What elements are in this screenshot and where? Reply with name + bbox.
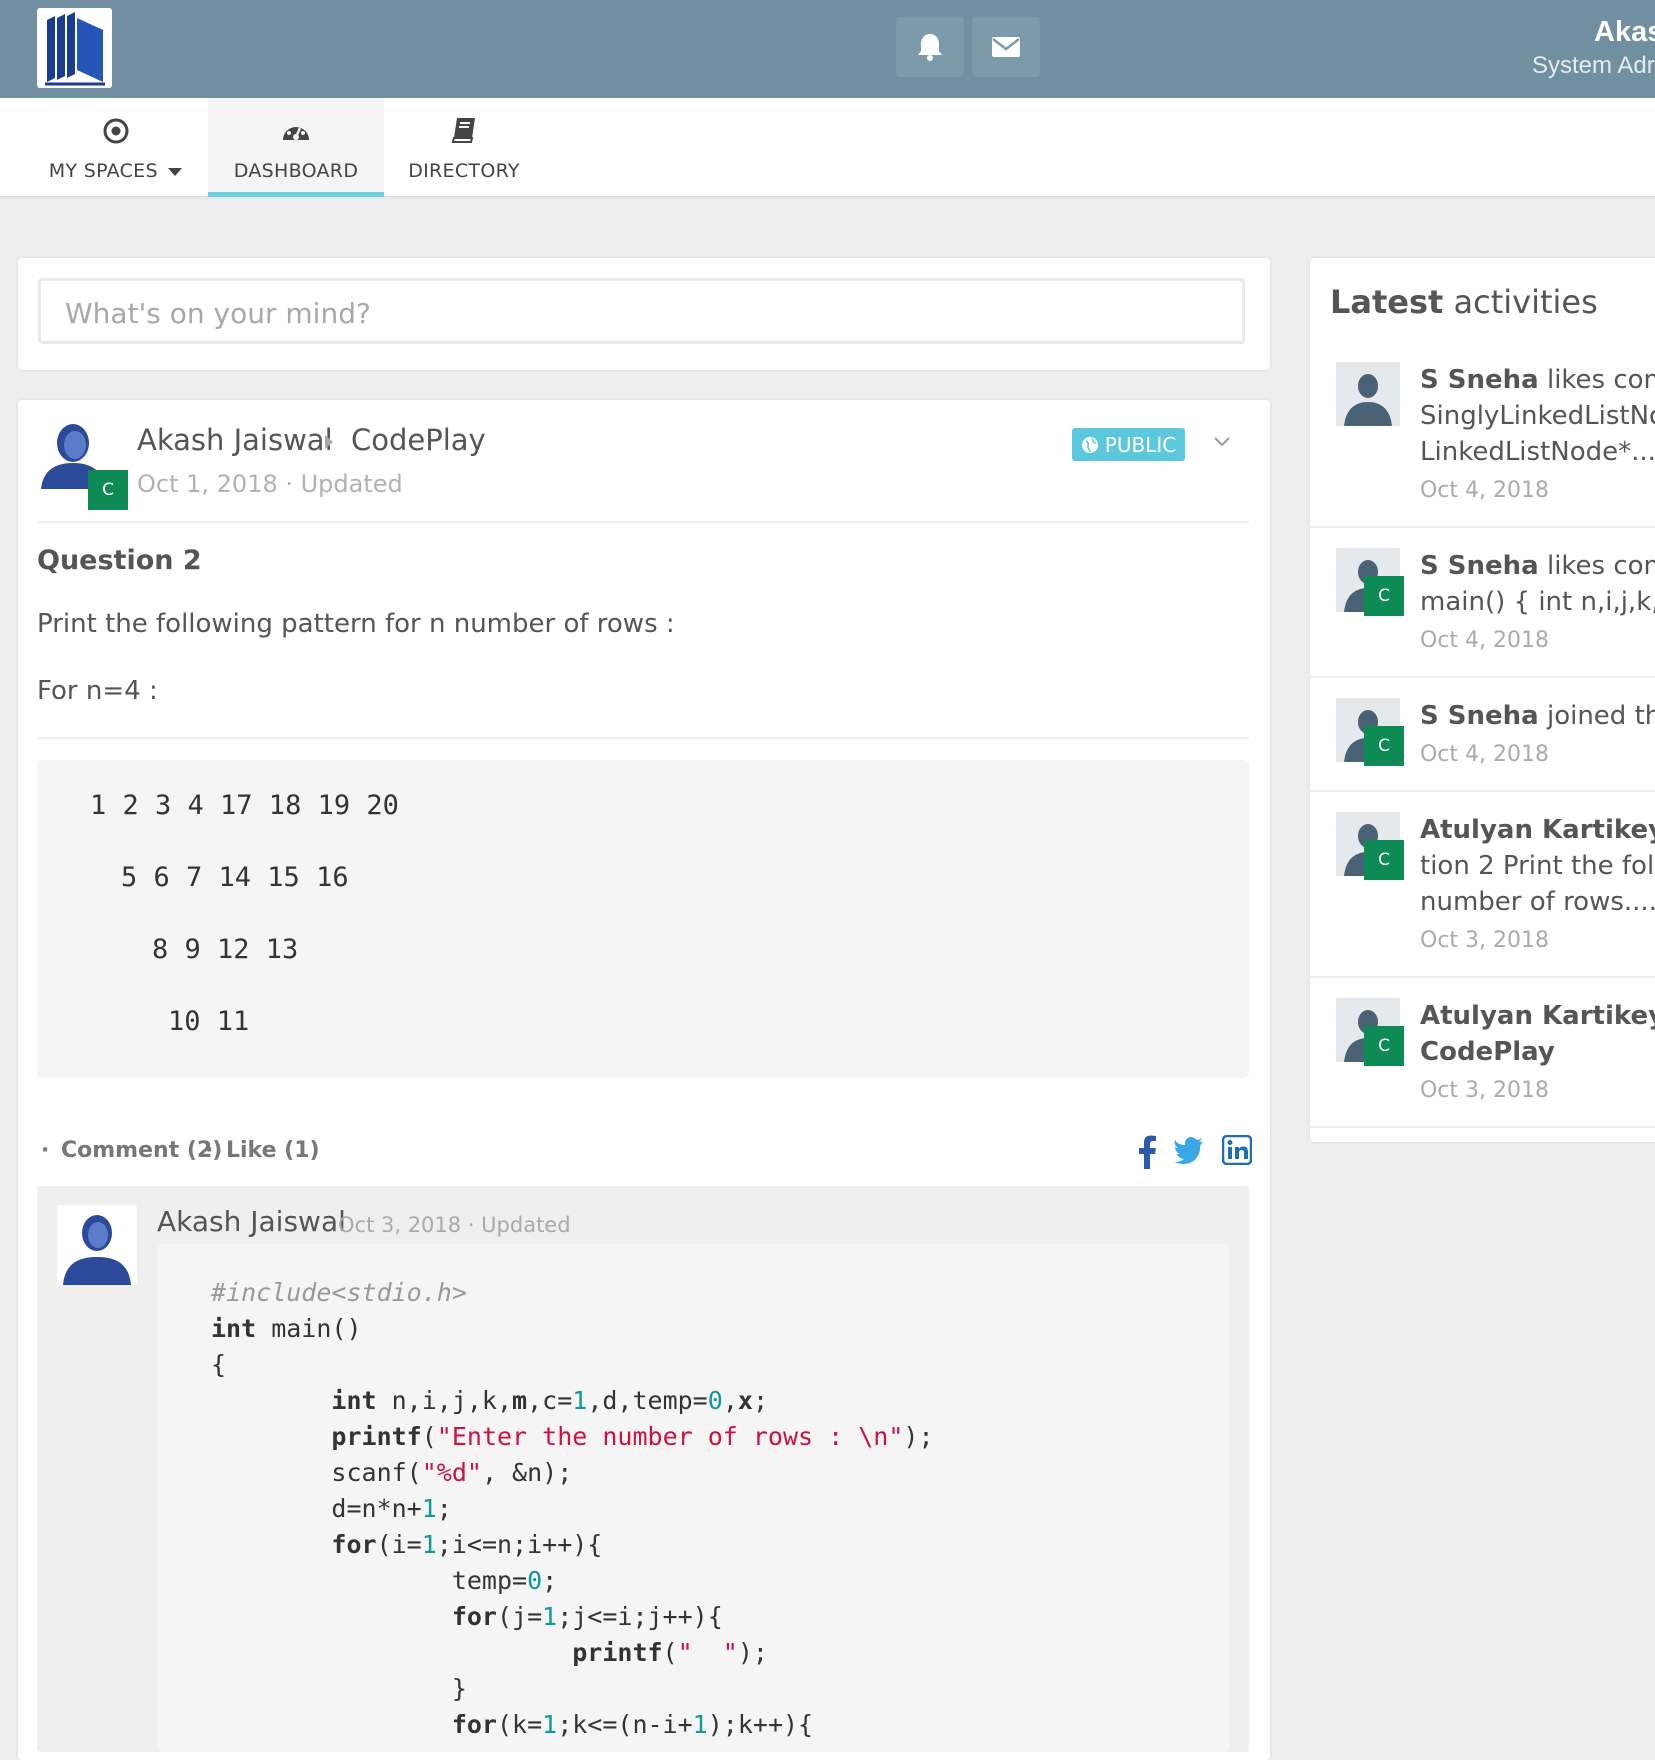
code-line: d=n*n+1; — [211, 1494, 452, 1523]
activity-action: likes comm — [1546, 365, 1655, 395]
twitter-icon[interactable] — [1174, 1135, 1204, 1165]
bell-icon — [918, 34, 942, 61]
activity-actor[interactable]: S Sneha — [1420, 551, 1539, 581]
activity-date: Oct 4, 2018 — [1420, 742, 1550, 767]
activity-item[interactable]: C S Sneha likes comm main() { int n,i,j,… — [1310, 526, 1655, 678]
book-icon — [451, 118, 475, 143]
post-body-divider — [37, 737, 1249, 739]
post-text-2: For n=4 : — [37, 676, 158, 706]
post-title: Question 2 — [37, 545, 202, 576]
code-line: for(j=1;j<=i;j++){ — [451, 1602, 723, 1631]
activity-date: Oct 3, 2018 — [1420, 1078, 1550, 1103]
pattern-line: 8 9 12 13 — [152, 934, 299, 965]
code-line: printf(" "); — [572, 1638, 768, 1667]
main-nav: MY SPACES DASHBOARD DIRECTORY — [0, 98, 1655, 197]
activity-snippet: SinglyLinkedListNoc — [1420, 401, 1655, 431]
caret-down-icon — [168, 167, 183, 176]
activity-snippet: LinkedListNode*..." — [1420, 437, 1655, 467]
envelope-icon — [992, 37, 1020, 57]
actions-bullet: · — [205, 1138, 214, 1163]
space-badge: C — [1364, 1026, 1404, 1066]
code-line: scanf("%d", &n); — [211, 1458, 573, 1487]
like-link[interactable]: Like (1) — [226, 1138, 320, 1163]
comment-author-avatar[interactable] — [57, 1205, 137, 1285]
code-line: #include<stdio.h> — [211, 1278, 467, 1307]
activity-snippet: number of rows...." — [1420, 887, 1655, 917]
user-role: System Adr — [1532, 52, 1655, 79]
activity-snippet: tion 2 Print the follo — [1420, 851, 1655, 881]
code-line: int main() — [211, 1314, 362, 1343]
actions-bullet: · — [41, 1138, 50, 1163]
activity-actor[interactable]: Atulyan Kartikeya — [1420, 1001, 1655, 1031]
activity-action: joined the — [1546, 701, 1655, 731]
user-name[interactable]: Akas — [1594, 16, 1655, 49]
caret-right-icon — [325, 435, 333, 449]
activity-date: Oct 4, 2018 — [1420, 628, 1550, 653]
activity-item[interactable]: C Atulyan Kartikeya CodePlay Oct 3, 2018 — [1310, 976, 1655, 1128]
activity-item[interactable]: S Sneha likes comm SinglyLinkedListNoc L… — [1310, 340, 1655, 528]
activities-title-bold: Latest — [1330, 283, 1444, 321]
pattern-line: 1 2 3 4 17 18 19 20 — [90, 790, 399, 821]
code-line: int n,i,j,k,m,c=1,d,temp=0,x; — [331, 1386, 768, 1415]
space-badge: C — [1364, 840, 1404, 880]
chevron-down-icon[interactable] — [1212, 434, 1232, 450]
pattern-line: 10 11 — [168, 1006, 250, 1037]
comment-link[interactable]: Comment (2) — [61, 1138, 222, 1163]
nav-dashboard[interactable]: DASHBOARD — [208, 98, 384, 197]
activity-actor[interactable]: S Sneha — [1420, 365, 1539, 395]
composer-panel: What's on your mind? — [18, 258, 1270, 370]
code-line: printf("Enter the number of rows : \n"); — [331, 1422, 934, 1451]
post-text-1: Print the following pattern for n number… — [37, 609, 675, 639]
code-line: for(i=1;i<=n;i++){ — [331, 1530, 603, 1559]
space-badge: C — [88, 470, 128, 510]
app-logo[interactable] — [37, 8, 112, 88]
nav-dashboard-label: DASHBOARD — [233, 160, 359, 182]
activity-avatar — [1336, 362, 1400, 426]
user-silhouette-icon — [1336, 362, 1400, 426]
activity-actor[interactable]: S Sneha — [1420, 701, 1539, 731]
code-line: temp=0; — [211, 1566, 558, 1595]
pattern-line: 5 6 7 14 15 16 — [121, 862, 349, 893]
notifications-button[interactable] — [896, 17, 964, 77]
activities-title: Latest activities — [1330, 283, 1598, 321]
post-author-name[interactable]: Akash Jaiswal — [137, 423, 333, 457]
post-header-divider — [37, 521, 1249, 523]
activity-item[interactable]: C S Sneha joined the Oct 4, 2018 — [1310, 676, 1655, 792]
activity-snippet: main() { int n,i,j,k,d,r — [1420, 587, 1655, 617]
activities-title-rest: activities — [1443, 283, 1598, 321]
activity-actor[interactable]: Atulyan Kartikeya — [1420, 815, 1655, 845]
activity-item[interactable]: C Atulyan Kartikeya tion 2 Print the fol… — [1310, 790, 1655, 978]
pattern-code-block: 1 2 3 4 17 18 19 20 5 6 7 14 15 16 8 9 1… — [37, 760, 1249, 1078]
code-line: } — [211, 1674, 467, 1703]
activity-date: Oct 3, 2018 — [1420, 928, 1550, 953]
nav-my-spaces[interactable]: MY SPACES — [30, 98, 202, 196]
comment-author-name[interactable]: Akash Jaiswal — [157, 1205, 346, 1238]
comment-date: Oct 3, 2018 · Updated — [338, 1213, 571, 1237]
visibility-badge: PUBLIC — [1072, 428, 1185, 461]
messages-button[interactable] — [972, 17, 1040, 77]
dashboard-gauge-icon — [283, 121, 309, 140]
user-avatar-icon — [63, 1215, 131, 1285]
facebook-icon[interactable] — [1138, 1135, 1158, 1169]
visibility-label: PUBLIC — [1104, 432, 1177, 457]
post-space-name[interactable]: CodePlay — [351, 423, 486, 457]
activity-space-name[interactable]: CodePlay — [1420, 1034, 1555, 1070]
linkedin-icon[interactable] — [1222, 1135, 1252, 1165]
post-date: Oct 1, 2018 · Updated — [137, 470, 403, 498]
nav-directory-label: DIRECTORY — [408, 160, 520, 182]
logo-books-icon — [37, 8, 112, 88]
space-badge: C — [1364, 576, 1404, 616]
activity-date: Oct 4, 2018 — [1420, 478, 1550, 503]
top-bar: Akas System Adr — [0, 0, 1655, 98]
globe-icon — [1081, 436, 1098, 453]
space-badge: C — [1364, 726, 1404, 766]
nav-my-spaces-label: MY SPACES — [48, 160, 158, 182]
whats-on-your-mind-input[interactable]: What's on your mind? — [38, 278, 1245, 344]
code-line: { — [211, 1350, 227, 1379]
activity-action: likes comm — [1546, 551, 1655, 581]
code-line: for(k=1;k<=(n-i+1);k++){ — [451, 1710, 814, 1739]
nav-directory[interactable]: DIRECTORY — [392, 98, 536, 196]
target-icon — [103, 118, 129, 144]
comment-code-block: #include<stdio.h> int main() { int n,i,j… — [157, 1244, 1230, 1752]
